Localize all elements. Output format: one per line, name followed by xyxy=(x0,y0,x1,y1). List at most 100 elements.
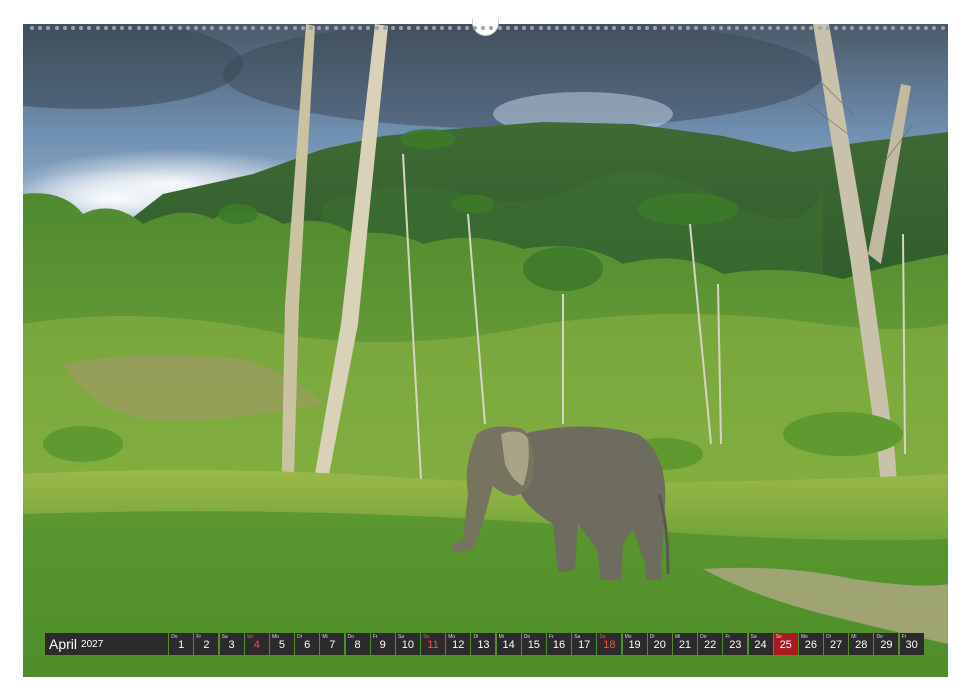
binding-dot xyxy=(71,26,76,30)
day-number: 8 xyxy=(354,639,361,651)
binding-dot xyxy=(702,26,707,30)
day-cell: Sa 17 xyxy=(572,633,597,655)
wire-binding xyxy=(30,24,945,32)
binding-dot xyxy=(801,26,806,30)
binding-dot xyxy=(710,26,715,30)
day-cell: So 4 xyxy=(244,633,269,655)
binding-dot xyxy=(628,26,633,30)
binding-dot xyxy=(932,26,937,30)
binding-dot xyxy=(596,26,601,30)
binding-dot xyxy=(456,26,461,30)
binding-dot xyxy=(54,26,59,30)
binding-dot xyxy=(423,26,428,30)
binding-dot xyxy=(842,26,847,30)
day-cell: Di 27 xyxy=(824,633,849,655)
binding-dot xyxy=(719,26,724,30)
day-cell: Do 15 xyxy=(521,633,546,655)
day-cell: Di 20 xyxy=(647,633,672,655)
binding-dot xyxy=(891,26,896,30)
day-cell: Sa 24 xyxy=(748,633,773,655)
day-number: 17 xyxy=(578,639,591,651)
binding-dot xyxy=(579,26,584,30)
binding-dot xyxy=(218,26,223,30)
day-cell: Fr 30 xyxy=(899,633,924,655)
binding-dot xyxy=(374,26,379,30)
binding-dot xyxy=(390,26,395,30)
day-cell: Mi 21 xyxy=(672,633,697,655)
binding-dot xyxy=(489,26,494,30)
calendar-strip: April 2027 Do 1 Fr 2 Sa 3 So 4 Mo 5 Di 6 Mi 7 Do 8 Fr 9 Sa… xyxy=(45,633,924,655)
day-number: 23 xyxy=(729,639,742,651)
binding-dot xyxy=(678,26,683,30)
day-number: 14 xyxy=(502,639,515,651)
binding-dot xyxy=(546,26,551,30)
binding-dot xyxy=(87,26,92,30)
binding-dot xyxy=(538,26,543,30)
binding-dot xyxy=(850,26,855,30)
day-cell: Mi 7 xyxy=(320,633,345,655)
binding-dot xyxy=(38,26,43,30)
binding-dot xyxy=(382,26,387,30)
binding-dot xyxy=(915,26,920,30)
binding-dot xyxy=(136,26,141,30)
day-number: 3 xyxy=(228,639,235,651)
day-number: 2 xyxy=(203,639,210,651)
binding-dot xyxy=(128,26,133,30)
binding-dot xyxy=(669,26,674,30)
binding-dot xyxy=(325,26,330,30)
binding-dot xyxy=(308,26,313,30)
binding-dot xyxy=(235,26,240,30)
day-number: 13 xyxy=(477,639,490,651)
day-cell: Do 1 xyxy=(169,633,194,655)
binding-dot xyxy=(30,26,34,30)
day-number: 16 xyxy=(552,639,566,651)
month-label-box: April 2027 xyxy=(45,633,168,655)
binding-dot xyxy=(940,26,945,30)
binding-dot xyxy=(587,26,592,30)
binding-dot xyxy=(645,26,650,30)
binding-dot xyxy=(464,26,469,30)
binding-dot xyxy=(604,26,609,30)
day-cell: So 25 xyxy=(773,633,798,655)
day-cell: Mo 26 xyxy=(798,633,823,655)
day-cell: Mo 5 xyxy=(269,633,294,655)
day-cell: Fr 2 xyxy=(194,633,219,655)
binding-dot xyxy=(620,26,625,30)
day-cell: Do 22 xyxy=(698,633,723,655)
binding-dot xyxy=(760,26,765,30)
binding-dot xyxy=(317,26,322,30)
day-number: 26 xyxy=(804,639,817,651)
month-year: 2027 xyxy=(81,638,104,650)
binding-dot xyxy=(513,26,518,30)
binding-dot xyxy=(530,26,535,30)
binding-dot xyxy=(727,26,732,30)
day-cell: So 18 xyxy=(597,633,622,655)
binding-dot xyxy=(751,26,756,30)
binding-dot xyxy=(349,26,354,30)
day-number: 29 xyxy=(880,639,893,651)
day-cell: Sa 3 xyxy=(219,633,244,655)
binding-dot xyxy=(563,26,568,30)
binding-dot xyxy=(407,26,412,30)
binding-dot xyxy=(907,26,912,30)
binding-dot xyxy=(809,26,814,30)
binding-dot xyxy=(358,26,363,30)
binding-dot xyxy=(686,26,691,30)
day-number: 25 xyxy=(779,639,792,651)
binding-dot xyxy=(825,26,830,30)
day-number: 12 xyxy=(452,639,465,651)
binding-dot xyxy=(735,26,740,30)
binding-dot xyxy=(448,26,453,30)
day-cell: Do 29 xyxy=(874,633,899,655)
day-number: 7 xyxy=(329,639,336,651)
binding-dot xyxy=(415,26,420,30)
binding-dot xyxy=(817,26,822,30)
binding-dot xyxy=(522,26,527,30)
binding-dot xyxy=(251,26,256,30)
day-cell: Do 8 xyxy=(345,633,370,655)
binding-dot xyxy=(637,26,642,30)
binding-dot xyxy=(292,26,297,30)
binding-dot xyxy=(481,26,486,30)
day-cell: Mi 14 xyxy=(496,633,521,655)
binding-dot xyxy=(194,26,199,30)
